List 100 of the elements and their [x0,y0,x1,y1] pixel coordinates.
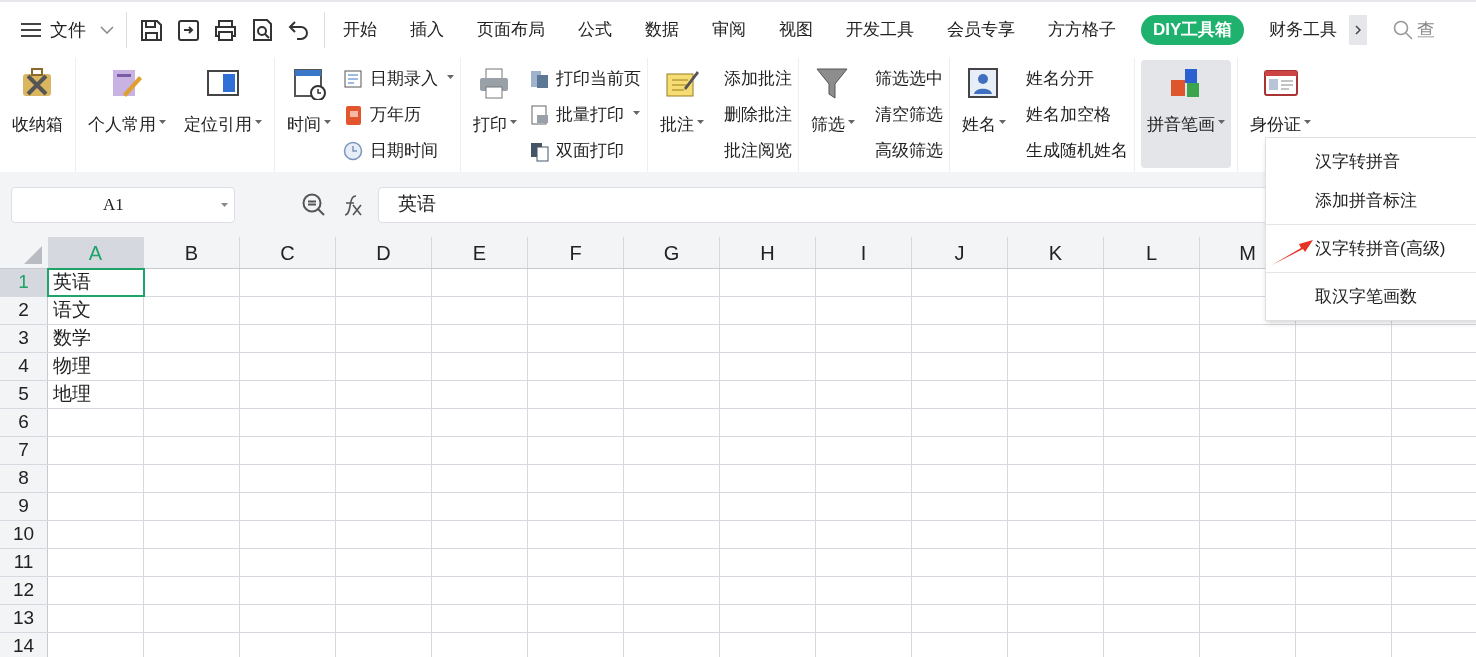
tab[interactable]: 插入 [402,15,452,45]
caret-icon [848,120,855,126]
table-cell[interactable]: 地理 [48,381,144,408]
column-header[interactable]: C [240,237,336,268]
row-header[interactable]: 13 [0,605,48,632]
document-icon [529,104,550,126]
menu-icon [20,22,42,38]
search-icon [1393,20,1414,40]
ribbon-button[interactable]: 打印 [467,60,523,168]
tab[interactable]: 页面布局 [469,15,553,45]
tab[interactable]: 视图 [771,15,821,45]
ribbon-button[interactable]: 清空筛选 [875,97,943,133]
ribbon-button[interactable]: 定位引用 [178,60,268,168]
ribbon-button[interactable]: 打印当前页 [529,61,641,97]
document-icon [529,68,550,90]
caret-icon [255,120,262,126]
row-header[interactable]: 2 [0,297,48,324]
zoom-icon[interactable] [301,191,327,218]
row-header[interactable]: 8 [0,465,48,492]
tab[interactable]: 公式 [570,15,620,45]
row-header[interactable]: 6 [0,409,48,436]
caret-icon [633,110,640,116]
row-header[interactable]: 14 [0,633,48,657]
row-header[interactable]: 11 [0,549,48,576]
funnel-icon [815,66,851,100]
ribbon-button[interactable]: 生成随机姓名 [1026,133,1128,169]
chevron-icon [1355,25,1362,35]
caret-icon [324,120,331,126]
row-header[interactable]: 7 [0,437,48,464]
search-field[interactable]: 查 [1417,16,1436,44]
ribbon-button[interactable]: 添加批注 [724,61,792,97]
table-cell[interactable]: 英语 [48,269,144,296]
more-tabs-button[interactable] [1349,15,1368,45]
caret-icon [510,120,517,126]
copy-icon [529,140,550,162]
column-header[interactable]: G [624,237,720,268]
ribbon-button[interactable]: 姓名 [956,60,1012,168]
print-icon[interactable] [213,17,238,43]
row-header[interactable]: 4 [0,353,48,380]
preview-icon[interactable] [250,17,275,43]
tab[interactable]: 会员专享 [939,15,1023,45]
ribbon-button[interactable]: 筛选选中 [875,61,943,97]
menu-item[interactable]: 取汉字笔画数 [1266,277,1476,316]
ribbon-button[interactable]: 时间 [281,60,337,168]
column-header[interactable]: B [144,237,240,268]
ribbon-button[interactable]: 高级筛选 [875,133,943,169]
form-icon [343,68,364,90]
row-header[interactable]: 12 [0,577,48,604]
caret-icon [999,120,1006,126]
ribbon-button[interactable]: 拼音笔画 [1141,60,1231,168]
row-header[interactable]: 9 [0,493,48,520]
export-icon[interactable] [176,17,201,43]
caret-icon [1218,120,1225,126]
ribbon-button[interactable]: 日期时间 [343,133,454,169]
tab[interactable]: 审阅 [704,15,754,45]
ribbon-button[interactable]: 万年历 [343,97,454,133]
ribbon-button[interactable]: 日期录入 [343,61,454,97]
name-box[interactable]: A1 [11,186,235,223]
caret-icon [697,120,704,126]
tab[interactable]: 方方格子 [1040,15,1124,45]
formula-value: 英语 [398,192,436,217]
column-header[interactable]: D [336,237,432,268]
ribbon-button[interactable]: 批量打印 [529,97,641,133]
column-header[interactable]: L [1104,237,1200,268]
row-header[interactable]: 10 [0,521,48,548]
table-cell[interactable]: 数学 [48,325,144,352]
caret-icon [221,202,228,208]
tab[interactable]: 财务工具 [1261,15,1346,45]
table-cell[interactable]: 物理 [48,353,144,380]
column-header[interactable]: J [912,237,1008,268]
ribbon-button[interactable]: 姓名分开 [1026,61,1128,97]
ribbon-button[interactable]: 双面打印 [529,133,641,169]
book-icon [343,104,364,126]
ribbon-button[interactable]: 筛选 [805,60,861,168]
caret-icon [447,74,454,80]
row-header[interactable]: 5 [0,381,48,408]
ribbon-button[interactable]: 批注 [654,60,710,168]
menu-item[interactable]: 汉字转拼音 [1266,142,1476,181]
save-icon[interactable] [139,17,164,43]
tab[interactable]: 开发工具 [838,15,922,45]
calendar-icon [291,66,327,100]
column-header[interactable]: H [720,237,816,268]
column-header[interactable]: I [816,237,912,268]
column-header[interactable]: E [432,237,528,268]
tab[interactable]: 开始 [335,15,385,45]
file-menu[interactable]: 文件 [20,16,114,44]
ribbon-button[interactable]: 收纳箱 [6,60,69,168]
ribbon-button[interactable]: 个人常用 [82,60,172,168]
column-header[interactable]: K [1008,237,1104,268]
select-all-icon [24,246,42,264]
ribbon-button[interactable]: 批注阅览 [724,133,792,169]
table-cell[interactable]: 语文 [48,297,144,324]
row-header[interactable]: 3 [0,325,48,352]
ribbon-button[interactable]: 姓名加空格 [1026,97,1128,133]
caret-icon [1304,120,1311,126]
chevron-icon [100,26,114,34]
clock-icon [343,140,364,162]
ribbon-button[interactable]: 删除批注 [724,97,792,133]
column-header[interactable]: F [528,237,624,268]
tab[interactable]: 数据 [637,15,687,45]
